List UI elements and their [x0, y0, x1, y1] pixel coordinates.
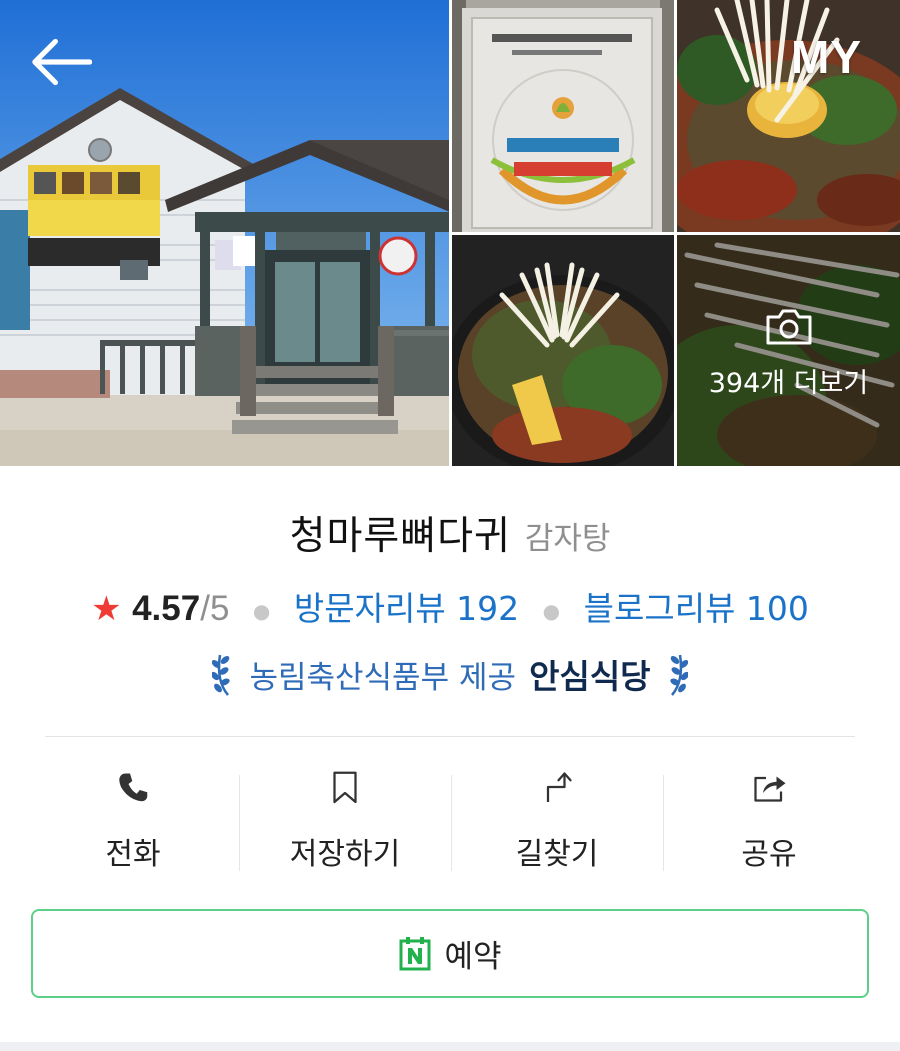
directions-button[interactable]: 길찾기 — [451, 763, 663, 873]
separator-dot: ● — [252, 598, 271, 623]
action-bar: 전화 저장하기 길찾기 공유 — [27, 763, 875, 873]
back-arrow-icon — [32, 38, 92, 86]
more-photos-label: 394개 더보기 — [708, 368, 869, 399]
restaurant-exterior-photo[interactable] — [0, 0, 449, 466]
divider — [45, 736, 855, 737]
laurel-right-icon — [669, 654, 688, 696]
back-button[interactable] — [28, 34, 92, 90]
naver-n-icon — [399, 936, 431, 970]
save-label: 저장하기 — [289, 837, 401, 872]
star-icon: ★ — [91, 589, 122, 629]
directions-label: 길찾기 — [515, 837, 599, 872]
call-button[interactable]: 전화 — [27, 763, 239, 873]
share-button[interactable]: 공유 — [663, 763, 875, 873]
place-title-row: 청마루뼈다귀 감자탕 — [0, 505, 900, 561]
safe-restaurant-badge[interactable]: 농림축산식품부 제공 안심식당 — [0, 650, 900, 698]
rating-max: /5 — [200, 589, 230, 628]
separator-dot: ● — [542, 598, 561, 623]
rating-score: 4.57 — [132, 589, 201, 628]
call-label: 전화 — [105, 837, 161, 872]
section-separator — [0, 1042, 900, 1051]
photo-gallery: 394개 더보기 MY — [0, 0, 900, 466]
place-category: 감자탕 — [524, 521, 611, 557]
reserve-label: 예약 — [444, 939, 502, 975]
my-button[interactable]: MY — [791, 30, 862, 84]
more-photos-tile[interactable]: 394개 더보기 — [677, 235, 900, 466]
more-photos-overlay[interactable]: 394개 더보기 — [677, 235, 900, 466]
share-label: 공유 — [741, 837, 797, 872]
certificate-photo[interactable] — [452, 0, 674, 232]
food-photo[interactable] — [677, 0, 900, 232]
rating-row: ★ 4.57/5 ● 방문자리뷰 192 ● 블로그리뷰 100 — [0, 582, 900, 630]
camera-icon — [766, 309, 811, 345]
bookmark-icon — [333, 771, 357, 804]
blog-reviews-link[interactable]: 블로그리뷰 100 — [584, 589, 809, 628]
share-icon — [754, 776, 786, 802]
reserve-button[interactable]: 예약 — [31, 909, 869, 998]
laurel-left-icon — [212, 654, 231, 696]
badge-provider: 농림축산식품부 제공 — [249, 659, 516, 696]
visitor-reviews-link[interactable]: 방문자리뷰 192 — [294, 589, 519, 628]
phone-icon — [119, 773, 148, 802]
food-photo[interactable] — [452, 235, 674, 466]
place-name: 청마루뼈다귀 — [289, 514, 511, 559]
badge-title: 안심식당 — [529, 657, 651, 696]
save-button[interactable]: 저장하기 — [239, 763, 451, 873]
directions-icon — [546, 772, 572, 802]
